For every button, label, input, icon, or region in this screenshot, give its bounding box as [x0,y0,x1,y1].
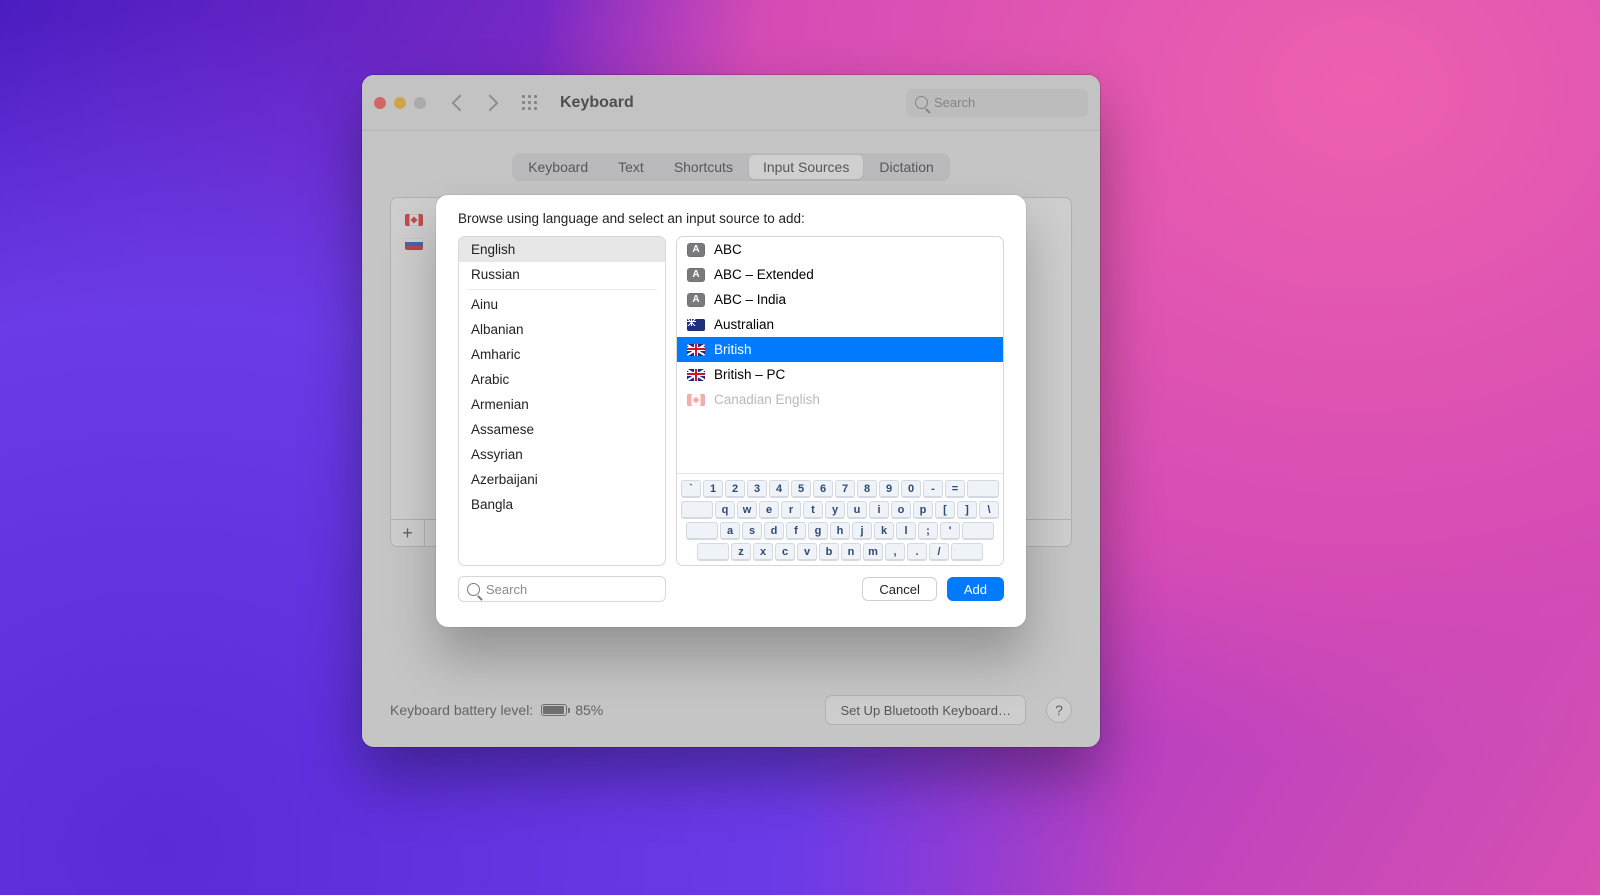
language-row[interactable]: Bangla [459,492,665,517]
kb-key: ] [957,501,977,519]
language-search-input[interactable]: Search [458,576,666,602]
abc-icon: A [687,293,705,307]
add-input-source-sheet: Browse using language and select an inpu… [436,195,1026,627]
source-row[interactable]: Australian [677,312,1003,337]
source-row[interactable]: AABC – India [677,287,1003,312]
kb-key: = [945,480,965,498]
kb-key: q [715,501,735,519]
kb-key: 8 [857,480,877,498]
language-search-placeholder: Search [486,582,527,597]
language-row[interactable]: Amharic [459,342,665,367]
kb-key: n [841,543,861,561]
kb-key: e [759,501,779,519]
kb-key: ; [918,522,938,540]
kb-key: , [885,543,905,561]
canada-flag-icon [687,394,705,406]
kb-key: k [874,522,894,540]
kb-key: a [720,522,740,540]
kb-key: 4 [769,480,789,498]
kb-key [686,522,718,540]
kb-key: d [764,522,784,540]
kb-key: ` [681,480,701,498]
australia-flag-icon [687,319,705,331]
language-row[interactable]: Azerbaijani [459,467,665,492]
kb-key: / [929,543,949,561]
language-row[interactable]: Assamese [459,417,665,442]
system-preferences-window: Keyboard Search Keyboard Text Shortcuts … [362,75,1100,747]
language-row[interactable]: Arabic [459,367,665,392]
source-row-disabled: Canadian English [677,387,1003,412]
kb-key: 6 [813,480,833,498]
kb-key [697,543,729,561]
language-row[interactable]: English [459,237,665,262]
search-icon [467,583,480,596]
kb-key: m [863,543,883,561]
cancel-button[interactable]: Cancel [862,577,936,601]
sheet-title: Browse using language and select an inpu… [458,211,1004,226]
kb-key: c [775,543,795,561]
source-row[interactable]: AABC – Extended [677,262,1003,287]
add-button[interactable]: Add [947,577,1004,601]
kb-key: [ [935,501,955,519]
kb-key: f [786,522,806,540]
kb-key: p [913,501,933,519]
kb-key: b [819,543,839,561]
kb-key: o [891,501,911,519]
kb-key: v [797,543,817,561]
abc-icon: A [687,243,705,257]
kb-key: 3 [747,480,767,498]
kb-key: z [731,543,751,561]
language-row[interactable]: Armenian [459,392,665,417]
kb-key: 9 [879,480,899,498]
kb-key: h [830,522,850,540]
kb-key: 2 [725,480,745,498]
source-row[interactable]: British [677,337,1003,362]
abc-icon: A [687,268,705,282]
kb-key: 1 [703,480,723,498]
kb-key: 5 [791,480,811,498]
source-row[interactable]: British – PC [677,362,1003,387]
kb-key: x [753,543,773,561]
language-row[interactable]: Ainu [459,292,665,317]
kb-key: \ [979,501,999,519]
kb-key [967,480,999,498]
kb-key: ' [940,522,960,540]
uk-flag-icon [687,344,705,356]
keyboard-preview: `1234567890-= qwertyuiop[]\ asdfghjkl;' zxc… [677,473,1003,565]
kb-key: r [781,501,801,519]
kb-key: i [869,501,889,519]
kb-key: . [907,543,927,561]
language-row[interactable]: Assyrian [459,442,665,467]
kb-key: y [825,501,845,519]
kb-key [962,522,994,540]
language-list[interactable]: English Russian Ainu Albanian Amharic Ar… [458,236,666,566]
kb-key: u [847,501,867,519]
kb-key [951,543,983,561]
kb-key: s [742,522,762,540]
language-row[interactable]: Albanian [459,317,665,342]
kb-key: j [852,522,872,540]
kb-key: w [737,501,757,519]
language-row[interactable]: Russian [459,262,665,287]
kb-key: - [923,480,943,498]
language-separator [467,289,657,290]
kb-key: 7 [835,480,855,498]
kb-key: l [896,522,916,540]
input-source-list: AABC AABC – Extended AABC – India Austra… [676,236,1004,566]
kb-key: 0 [901,480,921,498]
kb-key [681,501,713,519]
kb-key: g [808,522,828,540]
source-row[interactable]: AABC [677,237,1003,262]
uk-flag-icon [687,369,705,381]
kb-key: t [803,501,823,519]
